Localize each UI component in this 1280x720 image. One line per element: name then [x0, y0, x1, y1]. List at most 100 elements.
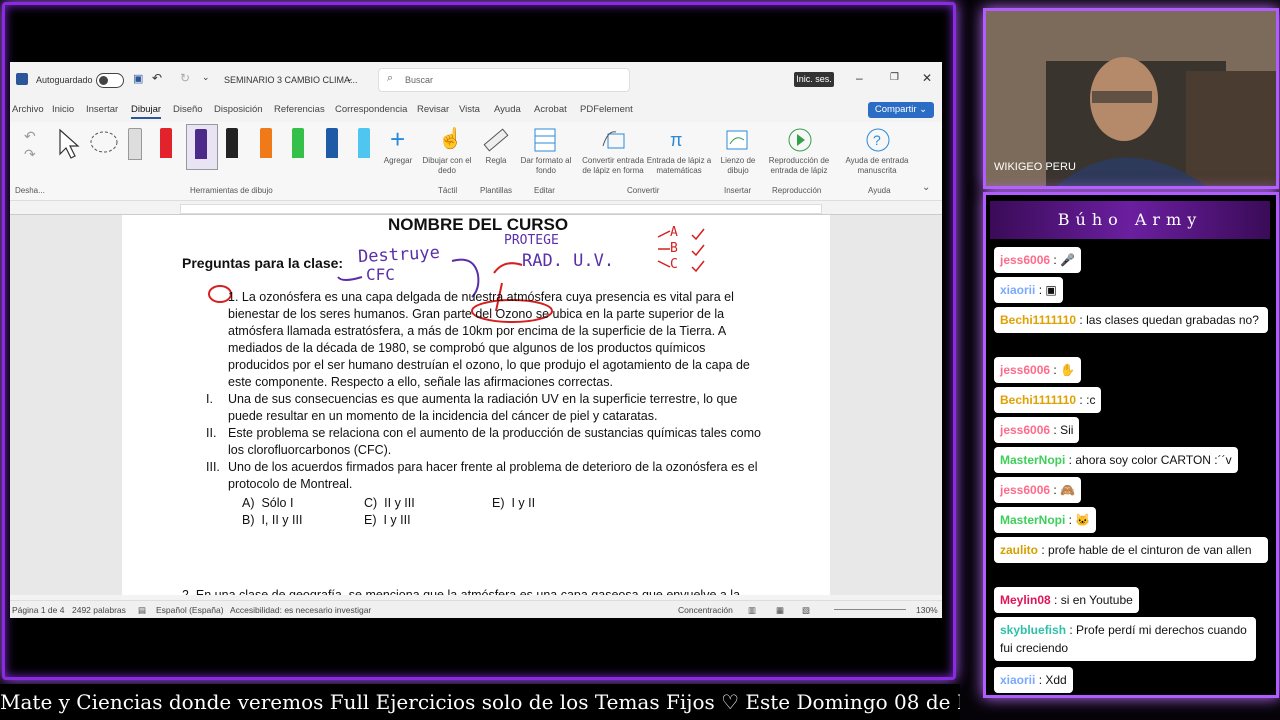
chat-text: :c [1086, 393, 1096, 407]
word-count[interactable]: 2492 palabras [72, 605, 126, 615]
ink-replay-icon[interactable] [786, 126, 814, 154]
purple-pen[interactable] [195, 129, 207, 159]
ruler-button[interactable]: Regla [476, 156, 516, 166]
zoom-slider[interactable] [834, 609, 906, 610]
proofing-icon[interactable]: ▤ [138, 605, 146, 616]
black-pen[interactable] [226, 128, 238, 158]
statement-line: Una de sus consecuencias es que aumenta … [228, 392, 738, 406]
ink-to-shape-icon[interactable] [600, 126, 628, 154]
read-mode-icon[interactable]: ▥ [748, 605, 756, 616]
page-count[interactable]: Página 1 de 4 [12, 605, 64, 615]
collapse-ribbon-icon[interactable]: ⌄ [922, 182, 930, 193]
eraser-tool[interactable] [128, 128, 142, 160]
format-background-button[interactable]: Dar formato al fondo [518, 156, 574, 176]
focus-mode[interactable]: Concentración [678, 605, 733, 615]
green-pen[interactable] [292, 128, 304, 158]
undo-group-label: Desha... [15, 186, 45, 195]
autosave-toggle[interactable] [96, 73, 124, 88]
tab-correspondencia[interactable]: Correspondencia [335, 104, 407, 115]
search-icon: ⌕ [387, 72, 394, 84]
document-title[interactable]: SEMINARIO 3 CAMBIO CLIMA... [224, 75, 358, 85]
tab-pdfelement[interactable]: PDFelement [580, 104, 633, 115]
cfc-underline [337, 276, 363, 281]
chevron-down-icon[interactable]: ⌄ [346, 73, 354, 84]
tab-inicio[interactable]: Inicio [52, 104, 74, 115]
web-layout-icon[interactable]: ▧ [802, 605, 810, 616]
replay-group-label: Reproducción [772, 186, 822, 195]
statement-number: I. [206, 392, 213, 406]
zoom-level[interactable]: 130% [916, 605, 938, 615]
drawing-canvas-button[interactable]: Lienzo de dibujo [716, 156, 760, 176]
emote-icon: 🙈 [1060, 483, 1076, 497]
ink-to-math-button[interactable]: Entrada de lápiz a matemáticas [646, 156, 712, 176]
statement-line: puede resultar en un momento de la incid… [228, 409, 658, 423]
q1-line: producidos por el ser humano destruían e… [228, 358, 750, 372]
tab-diseno[interactable]: Diseño [173, 104, 203, 115]
tab-dibujar[interactable]: Dibujar [131, 104, 162, 119]
tab-acrobat[interactable]: Acrobat [534, 104, 567, 115]
chat-username: jess6006 [1000, 483, 1051, 497]
close-icon[interactable]: ✕ [922, 71, 932, 85]
language[interactable]: Español (España) [156, 605, 224, 615]
tab-referencias[interactable]: Referencias [274, 104, 325, 115]
chat-username: Bechi1111110 [1000, 393, 1077, 407]
finger-draw-icon[interactable]: ☝ [438, 126, 463, 151]
print-layout-icon[interactable]: ▦ [776, 605, 784, 616]
chat-username: Meylin08 [1000, 593, 1051, 607]
ink-replay-button[interactable]: Reproducción de entrada de lápiz [766, 156, 832, 176]
ink-to-math-icon[interactable]: π [666, 126, 694, 154]
ink-help-button[interactable]: Ayuda de entrada manuscrita [844, 156, 910, 176]
undo-icon[interactable]: ↶ [152, 71, 162, 85]
webcam-panel: WIKIGEO PERU [983, 8, 1279, 189]
add-pen-label[interactable]: Agregar [378, 156, 418, 166]
chat-username: MasterNopi [1000, 453, 1066, 467]
ruler-track [180, 204, 822, 214]
share-button[interactable]: Compartir ⌄ [868, 102, 934, 118]
tab-vista[interactable]: Vista [459, 104, 480, 115]
word-window: Autoguardado ▣ ↶ ↻ ⌄ SEMINARIO 3 CAMBIO … [10, 62, 942, 618]
save-icon[interactable]: ▣ [133, 72, 143, 85]
lasso-tool[interactable] [88, 128, 122, 162]
document-canvas: NOMBRE DEL CURSO Preguntas para la clase… [10, 215, 942, 595]
statement-line: Uno de los acuerdos firmados para hacer … [228, 460, 758, 474]
sign-in-button[interactable]: Inic. ses. [794, 72, 834, 87]
status-bar: Página 1 de 4 2492 palabras ▤ Español (E… [10, 600, 942, 618]
tab-ayuda[interactable]: Ayuda [494, 104, 521, 115]
ink-to-shape-button[interactable]: Convertir entrada de lápiz en forma [580, 156, 646, 176]
q1-line: atmósfera llamada estratósfera, a más de… [228, 324, 727, 338]
restore-icon[interactable]: ❐ [890, 72, 899, 83]
chat-text: Sii [1060, 423, 1074, 437]
customize-toolbar-icon[interactable]: ⌄ [202, 72, 210, 83]
add-pen-icon[interactable]: + [390, 124, 405, 155]
search-box[interactable]: ⌕ Buscar [378, 68, 630, 92]
redo-icon[interactable]: ↷ [24, 146, 36, 163]
ruler-icon[interactable] [482, 126, 510, 154]
help-group-label: Ayuda [868, 186, 891, 195]
undo-icon[interactable]: ↶ [24, 128, 36, 145]
tab-insertar[interactable]: Insertar [86, 104, 118, 115]
blue-pen[interactable] [326, 128, 338, 158]
drawing-canvas-icon[interactable] [724, 126, 750, 154]
tab-archivo[interactable]: Archivo [12, 104, 44, 115]
option-letter: E) [492, 496, 505, 510]
red-pen[interactable] [160, 128, 172, 158]
cyan-highlighter[interactable] [358, 128, 370, 158]
format-background-icon[interactable] [532, 126, 558, 154]
tab-disposicion[interactable]: Disposición [214, 104, 263, 115]
ink-help-icon[interactable]: ? [864, 126, 892, 154]
redo-icon[interactable]: ↻ [180, 71, 190, 85]
orange-pen[interactable] [260, 128, 272, 158]
document-page[interactable]: NOMBRE DEL CURSO Preguntas para la clase… [122, 215, 830, 595]
draw-with-finger-button[interactable]: Dibujar con el dedo [420, 156, 474, 176]
red-arrow [493, 262, 523, 274]
autosave-label: Autoguardado [36, 75, 93, 85]
chat-panel: Búho Army jess6006 : 🎤 xiaorii : ▣ Bechi… [983, 192, 1279, 698]
tab-revisar[interactable]: Revisar [417, 104, 449, 115]
selected-pen-frame[interactable] [186, 124, 218, 170]
option-e-2: E) I y III [364, 512, 411, 529]
accessibility-status[interactable]: Accesibilidad: es necesario investigar [230, 605, 371, 615]
statement-2: II. Este problema se relaciona con el au… [206, 425, 761, 459]
minimize-icon[interactable]: – [856, 71, 863, 85]
chat-message: MasterNopi : 🐱 [994, 507, 1097, 533]
chat-message: jess6006 : 🙈 [994, 477, 1082, 503]
